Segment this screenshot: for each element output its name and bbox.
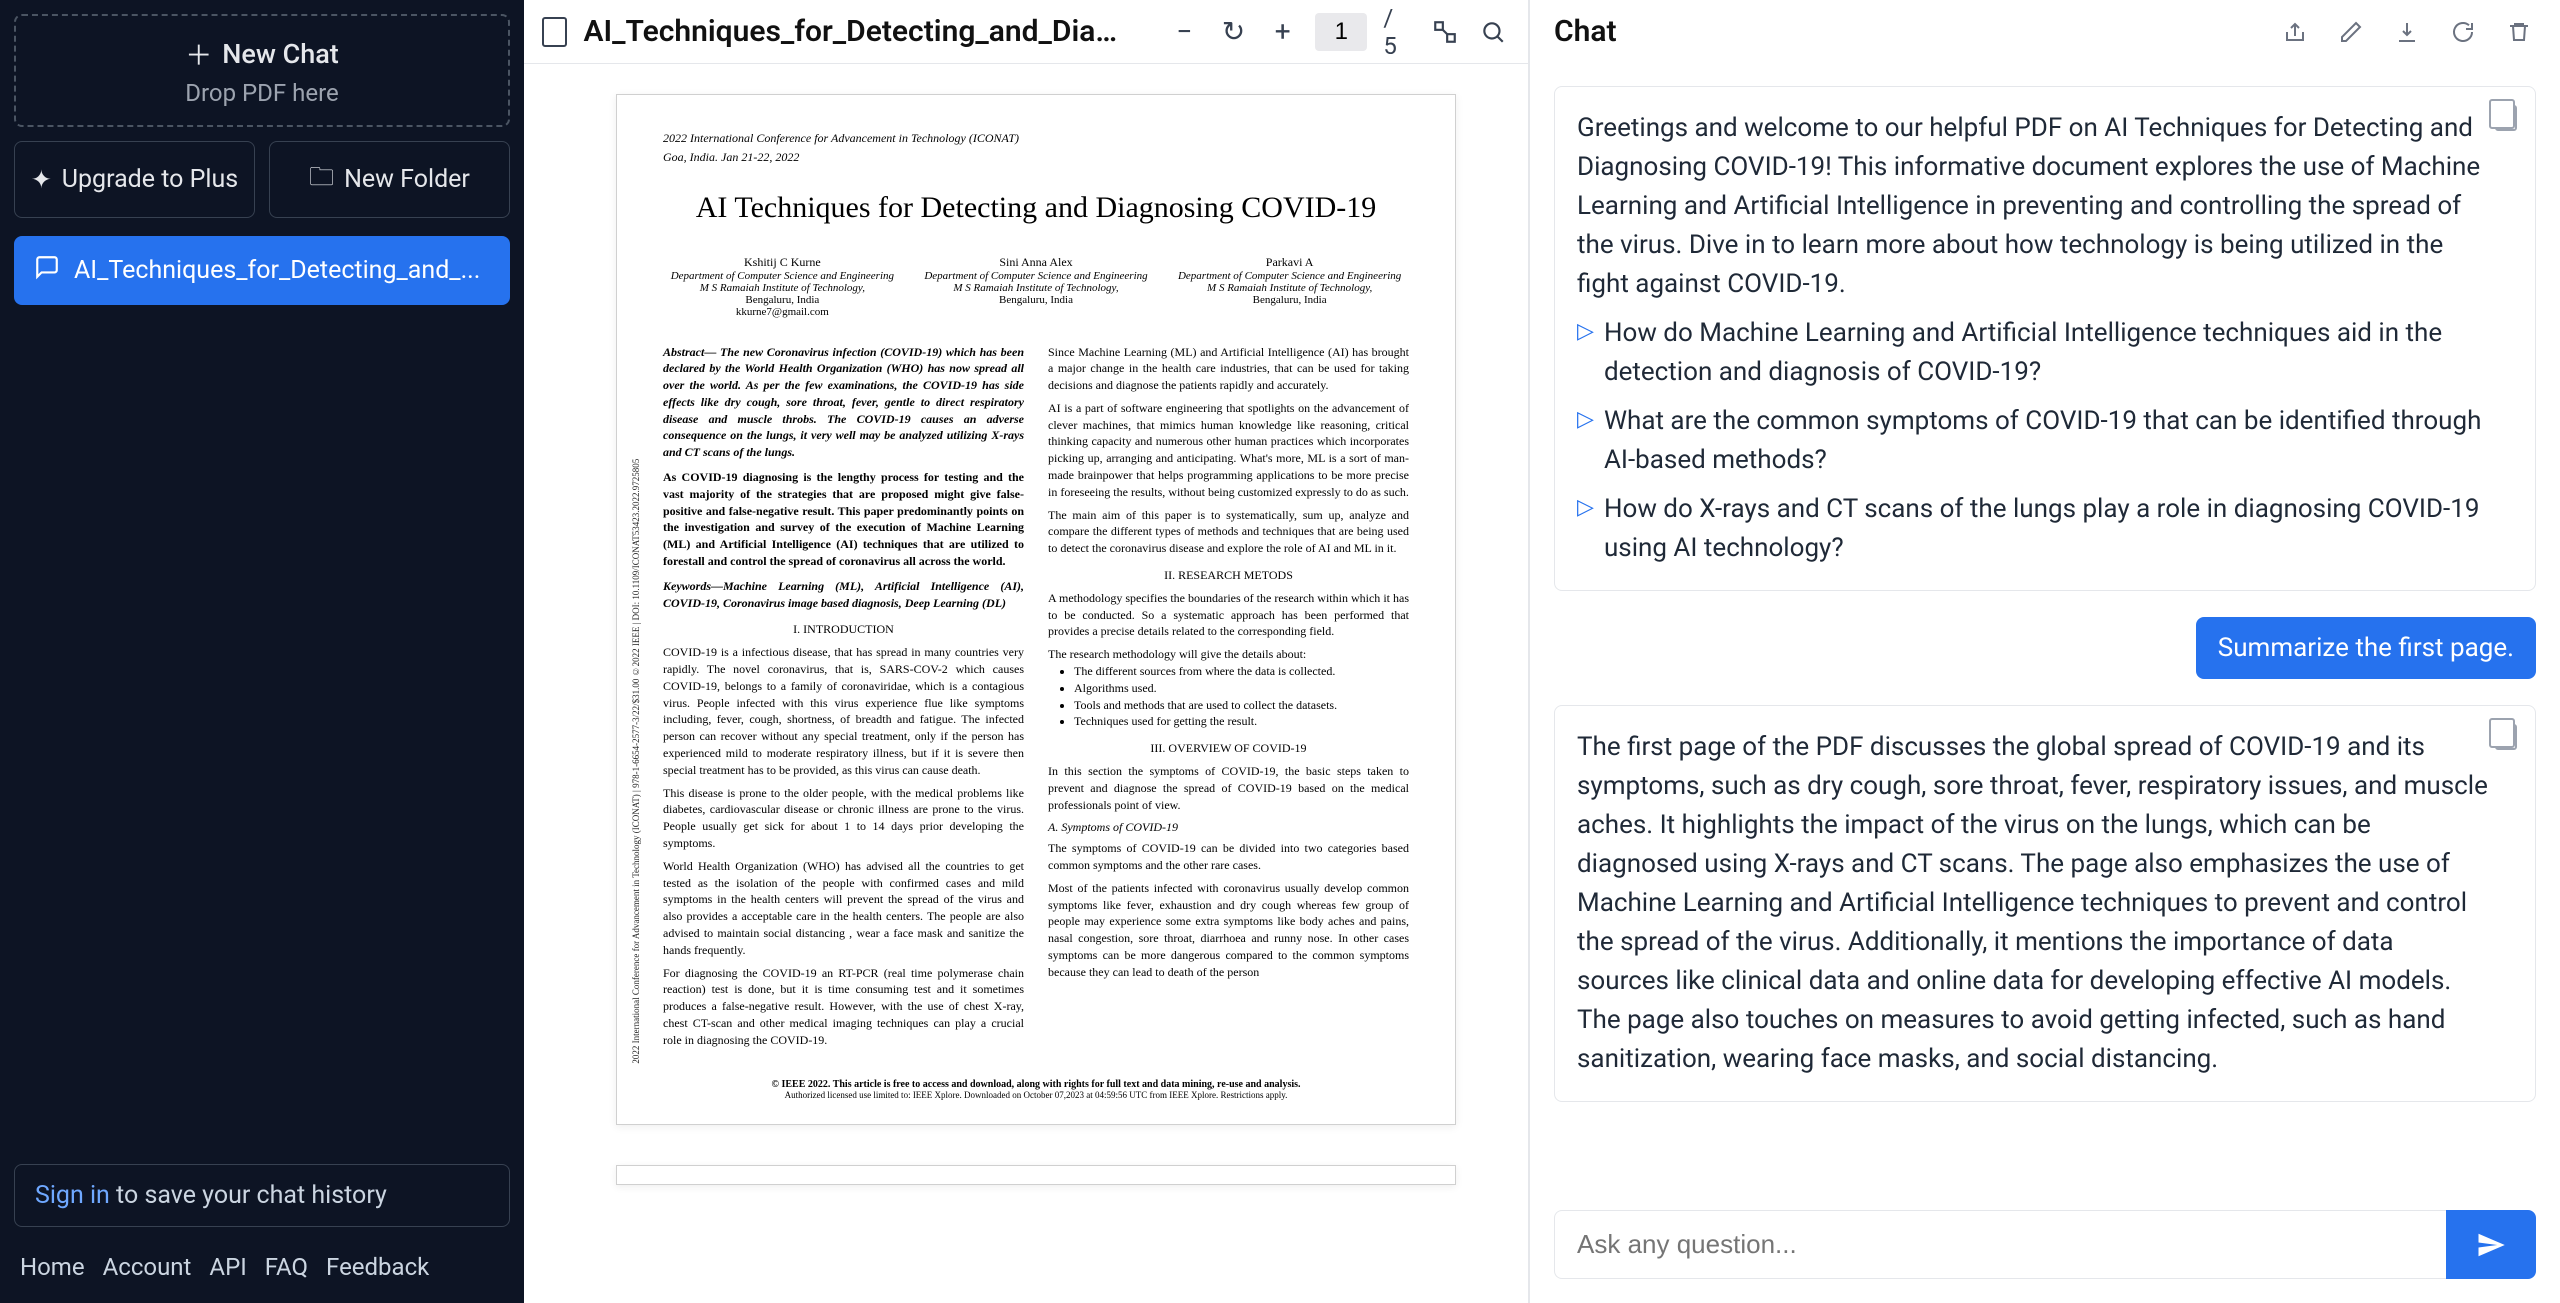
conference-loc: Goa, India. Jan 21-22, 2022	[663, 150, 1409, 165]
chat-panel: Chat Greetings and welcome to our helpfu…	[1530, 0, 2560, 1303]
play-icon: ▷	[1577, 490, 1594, 568]
conference-header: 2022 International Conference for Advanc…	[663, 131, 1409, 146]
sidebar: ＋ New Chat Drop PDF here ✦ Upgrade to Pl…	[0, 0, 524, 1303]
send-button[interactable]	[2446, 1210, 2536, 1279]
pdf-toolbar: AI_Techniques_for_Detecting_and_Diag... …	[524, 0, 1528, 64]
send-icon	[2476, 1230, 2506, 1260]
chat-body[interactable]: Greetings and welcome to our helpful PDF…	[1530, 64, 2560, 1210]
refresh-icon[interactable]	[2446, 15, 2480, 49]
user-message-row: Summarize the first page.	[1554, 617, 2536, 679]
delete-icon[interactable]	[2502, 15, 2536, 49]
new-chat-label: New Chat	[222, 38, 339, 70]
signin-link[interactable]: Sign in	[35, 1181, 110, 1210]
page-total: / 5	[1383, 4, 1412, 60]
chat-icon	[34, 254, 60, 287]
pdf-page-next	[616, 1165, 1456, 1185]
play-icon: ▷	[1577, 314, 1594, 392]
chat-input[interactable]	[1554, 1210, 2446, 1279]
new-chat-drop-zone[interactable]: ＋ New Chat Drop PDF here	[14, 14, 510, 127]
copy-icon[interactable]	[2495, 105, 2517, 131]
upgrade-button[interactable]: ✦ Upgrade to Plus	[14, 141, 255, 218]
paper-col-left: Abstract— The new Coronavirus infection …	[663, 344, 1024, 1049]
page-number-input[interactable]	[1315, 13, 1367, 51]
authors-row: Kshitij C Kurne Department of Computer S…	[663, 255, 1409, 318]
abstract-text: Abstract— The new Coronavirus infection …	[663, 345, 1024, 460]
share-icon[interactable]	[2278, 15, 2312, 49]
signin-prompt[interactable]: Sign in to save your chat history	[14, 1164, 510, 1227]
sidebar-chat-item[interactable]: AI_Techniques_for_Detecting_and_...	[14, 236, 510, 305]
author-1: Kshitij C Kurne Department of Computer S…	[663, 255, 902, 318]
signin-rest: to save your chat history	[110, 1181, 387, 1210]
footer-home[interactable]: Home	[20, 1253, 85, 1281]
footer-faq[interactable]: FAQ	[265, 1253, 308, 1281]
sparkle-icon: ✦	[31, 165, 52, 195]
rotate-button[interactable]: ↻	[1217, 15, 1250, 49]
summary-text: The first page of the PDF discusses the …	[1577, 728, 2489, 1079]
folder-icon: 🗀	[309, 158, 334, 201]
chat-input-row	[1530, 1210, 2560, 1303]
assistant-message: The first page of the PDF discusses the …	[1554, 705, 2536, 1102]
greeting-text: Greetings and welcome to our helpful PDF…	[1577, 109, 2489, 304]
zoom-in-button[interactable]: +	[1266, 15, 1299, 49]
edit-icon[interactable]	[2334, 15, 2368, 49]
page-side-text: 2022 International Conference for Advanc…	[631, 215, 645, 1064]
search-icon[interactable]	[1476, 15, 1510, 49]
footer-account[interactable]: Account	[103, 1253, 192, 1281]
pdf-panel: AI_Techniques_for_Detecting_and_Diag... …	[524, 0, 1530, 1303]
new-folder-button[interactable]: 🗀 New Folder	[269, 141, 510, 218]
sidebar-toggle-icon[interactable]	[542, 17, 568, 47]
plus-icon: ＋	[185, 34, 212, 73]
paper-col-right: Since Machine Learning (ML) and Artifici…	[1048, 344, 1409, 1049]
chat-header: Chat	[1530, 0, 2560, 64]
sidebar-chat-label: AI_Techniques_for_Detecting_and_...	[74, 256, 480, 285]
suggestion-1[interactable]: ▷ How do Machine Learning and Artificial…	[1577, 314, 2489, 392]
zoom-out-button[interactable]: −	[1168, 15, 1201, 49]
upgrade-label: Upgrade to Plus	[62, 165, 238, 194]
download-icon[interactable]	[2390, 15, 2424, 49]
chat-title: Chat	[1554, 14, 1617, 49]
user-message: Summarize the first page.	[2196, 617, 2536, 679]
play-icon: ▷	[1577, 402, 1594, 480]
pdf-page: 2022 International Conference for Advanc…	[616, 94, 1456, 1125]
document-title: AI_Techniques_for_Detecting_and_Diag...	[583, 14, 1125, 49]
copy-icon[interactable]	[2495, 724, 2517, 750]
suggestion-3[interactable]: ▷ How do X-rays and CT scans of the lung…	[1577, 490, 2489, 568]
pdf-viewport[interactable]: 2022 International Conference for Advanc…	[524, 64, 1528, 1303]
author-3: Parkavi A Department of Computer Science…	[1170, 255, 1409, 318]
assistant-message: Greetings and welcome to our helpful PDF…	[1554, 86, 2536, 591]
footer-feedback[interactable]: Feedback	[326, 1253, 429, 1281]
suggestion-2[interactable]: ▷ What are the common symptoms of COVID-…	[1577, 402, 2489, 480]
drop-pdf-label: Drop PDF here	[16, 79, 508, 107]
selection-tool-icon[interactable]	[1428, 15, 1462, 49]
paper-title: AI Techniques for Detecting and Diagnosi…	[663, 189, 1409, 227]
footer-api[interactable]: API	[209, 1253, 246, 1281]
new-folder-label: New Folder	[344, 165, 470, 194]
footer-links: Home Account API FAQ Feedback	[14, 1245, 510, 1289]
author-2: Sini Anna Alex Department of Computer Sc…	[917, 255, 1156, 318]
